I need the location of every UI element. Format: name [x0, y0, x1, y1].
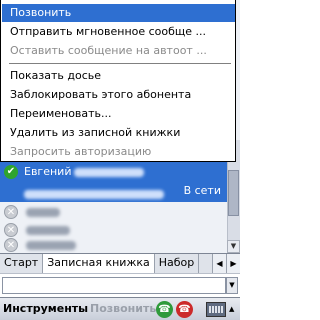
tab-dial[interactable]: Набор	[155, 254, 200, 273]
offline-status-icon: ✕	[4, 223, 18, 237]
keyboard-icon[interactable]	[206, 302, 226, 317]
text-input[interactable]	[2, 277, 226, 294]
scroll-down-arrow-icon[interactable]: ▼	[227, 240, 240, 253]
blurred-contact-name	[26, 240, 76, 250]
blurred-surname	[74, 167, 145, 177]
menu-item-block-contact[interactable]: Заблокировать этого абонента	[2, 86, 235, 104]
keyboard-dropdown-icon[interactable]: ▲	[229, 305, 234, 313]
hangup-icon[interactable]: ☎	[176, 301, 193, 318]
menu-item-send-instant-message[interactable]: Отправить мгновенное сообще ...	[2, 23, 235, 41]
contact-row[interactable]: ✕	[0, 202, 227, 222]
contact-status-text: В сети	[183, 184, 221, 197]
online-status-icon: ✔	[4, 165, 18, 179]
tab-start[interactable]: Старт	[0, 254, 44, 273]
input-dropdown-icon[interactable]: ▼	[226, 277, 238, 294]
blurred-contact-info	[24, 184, 174, 203]
input-row: ▼	[0, 273, 240, 297]
blurred-contact-name	[26, 225, 70, 235]
tools-softkey[interactable]: Инструменты	[3, 302, 88, 315]
contact-row[interactable]: ✕	[0, 237, 227, 253]
menu-separator	[9, 63, 231, 64]
call-softkey[interactable]: Позвонить	[90, 302, 156, 315]
menu-item-request-authorization: Запросить авторизацию	[10, 145, 152, 158]
offline-status-icon: ✕	[4, 205, 18, 219]
tab-scroll-right-icon[interactable]: ▶	[226, 254, 240, 273]
tab-address-book[interactable]: Записная книжка	[43, 254, 155, 273]
phone-icon[interactable]: ☎	[156, 301, 173, 318]
contact-name: Евгений	[24, 165, 72, 178]
menu-item-delete-contact[interactable]: Удалить из записной книжки	[2, 124, 235, 142]
menu-item-show-profile[interactable]: Показать досье	[2, 67, 235, 85]
contact-row-selected[interactable]: ✔ Евгений В сети	[0, 162, 227, 202]
menu-item-rename[interactable]: Переименовать...	[2, 105, 235, 123]
tab-scroll-left-icon[interactable]: ◀	[212, 254, 226, 273]
softkey-bar: Инструменты Позвонить ☎ ☎ ▲	[0, 297, 240, 320]
scrollbar-thumb[interactable]	[228, 170, 239, 216]
menu-item-call[interactable]: Позвонить	[2, 4, 235, 22]
tab-scroll-arrows: ◀ ▶	[212, 254, 240, 273]
blurred-contact-name	[26, 207, 60, 217]
menu-item-leave-voicemail: Оставить сообщение на автоот ...	[10, 44, 207, 57]
offline-status-icon: ✕	[4, 238, 18, 252]
tab-bar: Старт Записная книжка Набор ◀ ▶	[0, 253, 240, 273]
context-menu: Позвонить Отправить мгновенное сообще ..…	[0, 0, 236, 162]
